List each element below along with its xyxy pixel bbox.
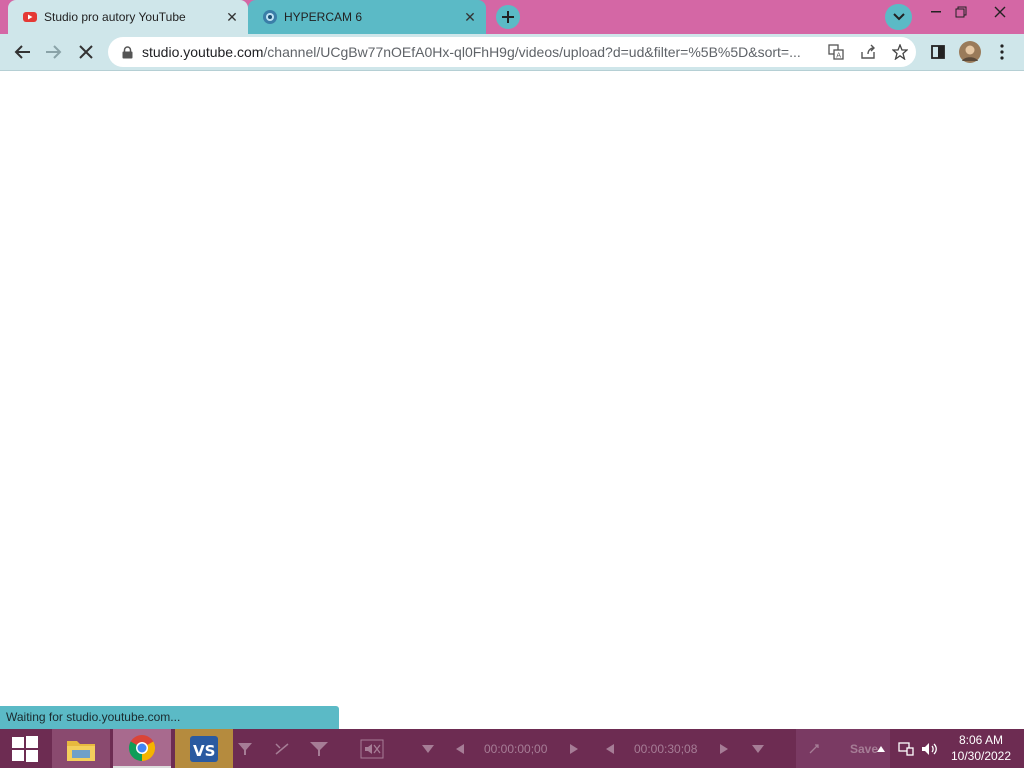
svg-text:A: A bbox=[836, 52, 841, 60]
star-icon[interactable] bbox=[884, 38, 916, 66]
profile-avatar[interactable] bbox=[956, 38, 984, 66]
side-panel-icon bbox=[931, 45, 945, 59]
address-bar[interactable]: studio.youtube.com/channel/UCgBw77nOEfA0… bbox=[108, 37, 916, 67]
hypercam-dropdown-icon[interactable] bbox=[752, 729, 764, 768]
back-button[interactable] bbox=[8, 38, 36, 66]
arrow-right-icon bbox=[46, 45, 62, 59]
file-explorer-button[interactable] bbox=[52, 729, 110, 768]
clock-time: 8:06 AM bbox=[958, 733, 1004, 747]
hypercam-end-time[interactable]: 00:00:30;08 bbox=[634, 729, 697, 768]
hypercam-dropdown-icon[interactable] bbox=[422, 729, 434, 768]
windows-taskbar: VS 00:00:00;00 00:00:30;08 Save 8:06 AM … bbox=[0, 729, 1024, 768]
arrow-left-icon bbox=[14, 45, 30, 59]
hypercam-icon bbox=[262, 9, 278, 25]
hypercam-next-icon[interactable] bbox=[720, 729, 728, 768]
start-button[interactable] bbox=[0, 729, 50, 768]
restore-icon bbox=[955, 6, 967, 18]
clock-date: 10/30/2022 bbox=[950, 749, 1012, 763]
tab-studio[interactable]: Studio pro autory YouTube ✕ bbox=[8, 0, 248, 34]
youtube-studio-icon bbox=[22, 9, 38, 25]
stop-loading-button[interactable] bbox=[72, 38, 100, 66]
svg-text:VS: VS bbox=[193, 742, 215, 760]
stop-icon bbox=[79, 45, 93, 59]
close-window-button[interactable] bbox=[983, 0, 1017, 24]
hypercam-marker-icon[interactable] bbox=[310, 729, 328, 768]
hypercam-start-time[interactable]: 00:00:00;00 bbox=[484, 729, 547, 768]
share-icon[interactable] bbox=[852, 38, 884, 66]
url-text: studio.youtube.com/channel/UCgBw77nOEfA0… bbox=[142, 44, 820, 60]
new-tab-button[interactable] bbox=[496, 5, 520, 29]
chrome-icon bbox=[128, 734, 156, 761]
avatar-icon bbox=[959, 41, 981, 63]
side-panel-button[interactable] bbox=[924, 38, 952, 66]
loading-status: Waiting for studio.youtube.com... bbox=[0, 706, 339, 729]
translate-icon[interactable]: A bbox=[820, 38, 852, 66]
page-viewport bbox=[0, 71, 1024, 729]
chevron-down-icon bbox=[892, 13, 905, 21]
url-path: /channel/UCgBw77nOEfA0Hx-ql0FhH9g/videos… bbox=[263, 44, 801, 60]
vs-app-button[interactable]: VS bbox=[175, 729, 233, 768]
url-host: studio.youtube.com bbox=[142, 44, 264, 60]
tab-title: HYPERCAM 6 bbox=[284, 10, 363, 24]
forward-button[interactable] bbox=[40, 38, 68, 66]
hypercam-prev-icon[interactable] bbox=[606, 729, 614, 768]
network-icon[interactable] bbox=[896, 729, 916, 768]
vs-icon: VS bbox=[190, 735, 218, 762]
plus-icon bbox=[502, 11, 514, 23]
lock-icon[interactable] bbox=[120, 45, 134, 59]
close-icon[interactable]: ✕ bbox=[224, 9, 240, 25]
hypercam-prev-icon[interactable] bbox=[456, 729, 464, 768]
save-icon bbox=[809, 743, 819, 753]
close-icon[interactable]: ✕ bbox=[462, 9, 478, 25]
hypercam-trim-icon[interactable] bbox=[274, 729, 290, 768]
folder-icon bbox=[67, 740, 95, 761]
tab-title: Studio pro autory YouTube bbox=[44, 10, 186, 24]
hypercam-mute-icon[interactable] bbox=[360, 729, 384, 768]
hypercam-filter-icon[interactable] bbox=[238, 729, 252, 768]
restore-button[interactable] bbox=[944, 0, 978, 24]
kebab-menu-icon bbox=[1000, 44, 1004, 60]
volume-icon[interactable] bbox=[920, 729, 940, 768]
tray-expand-icon[interactable] bbox=[874, 729, 888, 768]
browser-tab-strip: Studio pro autory YouTube ✕ HYPERCAM 6 ✕ bbox=[0, 0, 1024, 34]
hypercam-next-icon[interactable] bbox=[570, 729, 578, 768]
menu-button[interactable] bbox=[988, 38, 1016, 66]
windows-start-icon bbox=[12, 735, 38, 762]
minimize-icon bbox=[931, 11, 941, 13]
close-icon bbox=[994, 6, 1006, 18]
tab-search-button[interactable] bbox=[885, 4, 912, 30]
tab-hypercam[interactable]: HYPERCAM 6 ✕ bbox=[248, 0, 486, 34]
browser-toolbar: studio.youtube.com/channel/UCgBw77nOEfA0… bbox=[0, 34, 1024, 71]
system-clock[interactable]: 8:06 AM 10/30/2022 bbox=[948, 732, 1014, 764]
chrome-button[interactable] bbox=[113, 729, 171, 768]
